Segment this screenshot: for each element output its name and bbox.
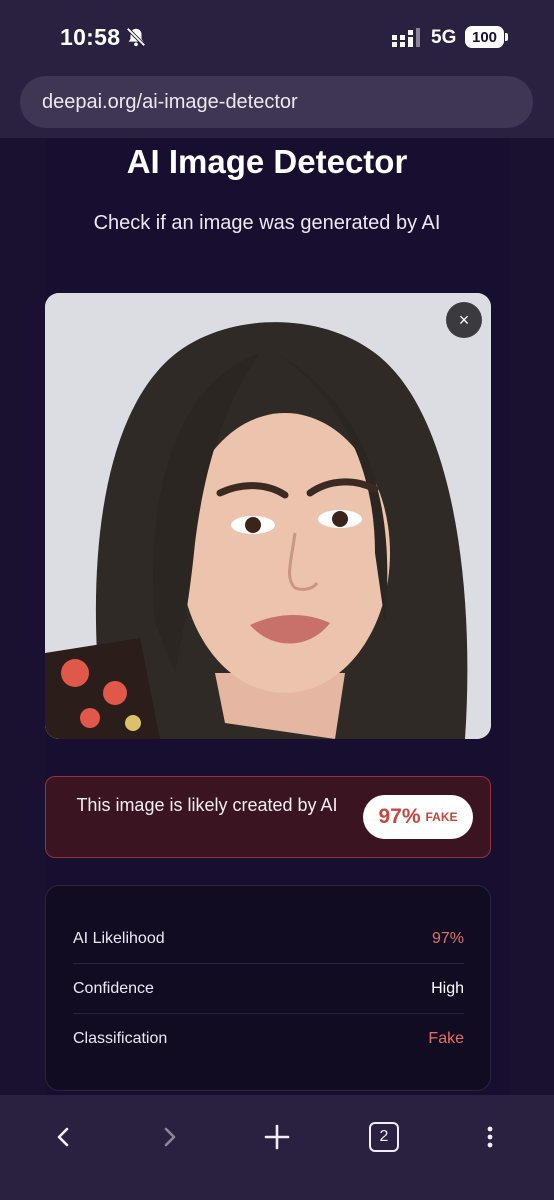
forward-button[interactable] xyxy=(147,1115,191,1159)
score-verdict: FAKE xyxy=(425,810,458,824)
status-time: 10:58 xyxy=(60,24,121,50)
tab-count: 2 xyxy=(369,1122,399,1152)
result-banner: This image is likely created by AI 97% F… xyxy=(45,776,491,858)
details-card: AI Likelihood 97% Confidence High Classi… xyxy=(45,885,491,1091)
remove-image-button[interactable]: × xyxy=(446,302,482,338)
tab-switcher-button[interactable]: 2 xyxy=(362,1115,406,1159)
close-icon: × xyxy=(458,309,470,330)
detail-row-ai-likelihood: AI Likelihood 97% xyxy=(73,914,464,964)
result-message: This image is likely created by AI xyxy=(76,795,338,815)
score-badge: 97% FAKE xyxy=(363,795,473,839)
score-value: 97% xyxy=(378,805,421,828)
url-bar[interactable]: deepai.org/ai-image-detector xyxy=(20,76,533,128)
page-title: AI Image Detector xyxy=(126,143,408,180)
more-menu-button[interactable] xyxy=(468,1115,512,1159)
back-button[interactable] xyxy=(42,1115,86,1159)
back-arrow-icon xyxy=(57,1127,69,1147)
detail-value: 97% xyxy=(431,929,464,947)
detail-label: Confidence xyxy=(73,979,154,997)
new-tab-button[interactable] xyxy=(255,1115,299,1159)
status-bar: 10:58 5G 100 xyxy=(0,0,554,72)
network-type: 5G xyxy=(431,27,457,48)
detail-label: Classification xyxy=(73,1030,168,1047)
portrait-image xyxy=(45,293,491,739)
signal-icon xyxy=(392,28,420,47)
more-vert-icon xyxy=(487,1126,493,1148)
detail-value: High xyxy=(431,979,464,997)
browser-bottom-bar: 2 xyxy=(0,1095,554,1200)
battery-indicator: 100 xyxy=(465,26,508,48)
uploaded-image xyxy=(45,293,491,739)
detail-row-classification: Classification Fake xyxy=(73,1014,464,1064)
detail-value: Fake xyxy=(428,1030,464,1047)
forward-arrow-icon xyxy=(164,1127,176,1147)
bell-off-icon xyxy=(126,27,146,47)
new-tab-plus-icon xyxy=(264,1124,290,1150)
page-subtitle: Check if an image was generated by AI xyxy=(93,212,441,234)
browser-toolbar: deepai.org/ai-image-detector xyxy=(0,72,554,138)
detail-row-confidence: Confidence High xyxy=(73,964,464,1014)
detail-label: AI Likelihood xyxy=(73,929,165,947)
